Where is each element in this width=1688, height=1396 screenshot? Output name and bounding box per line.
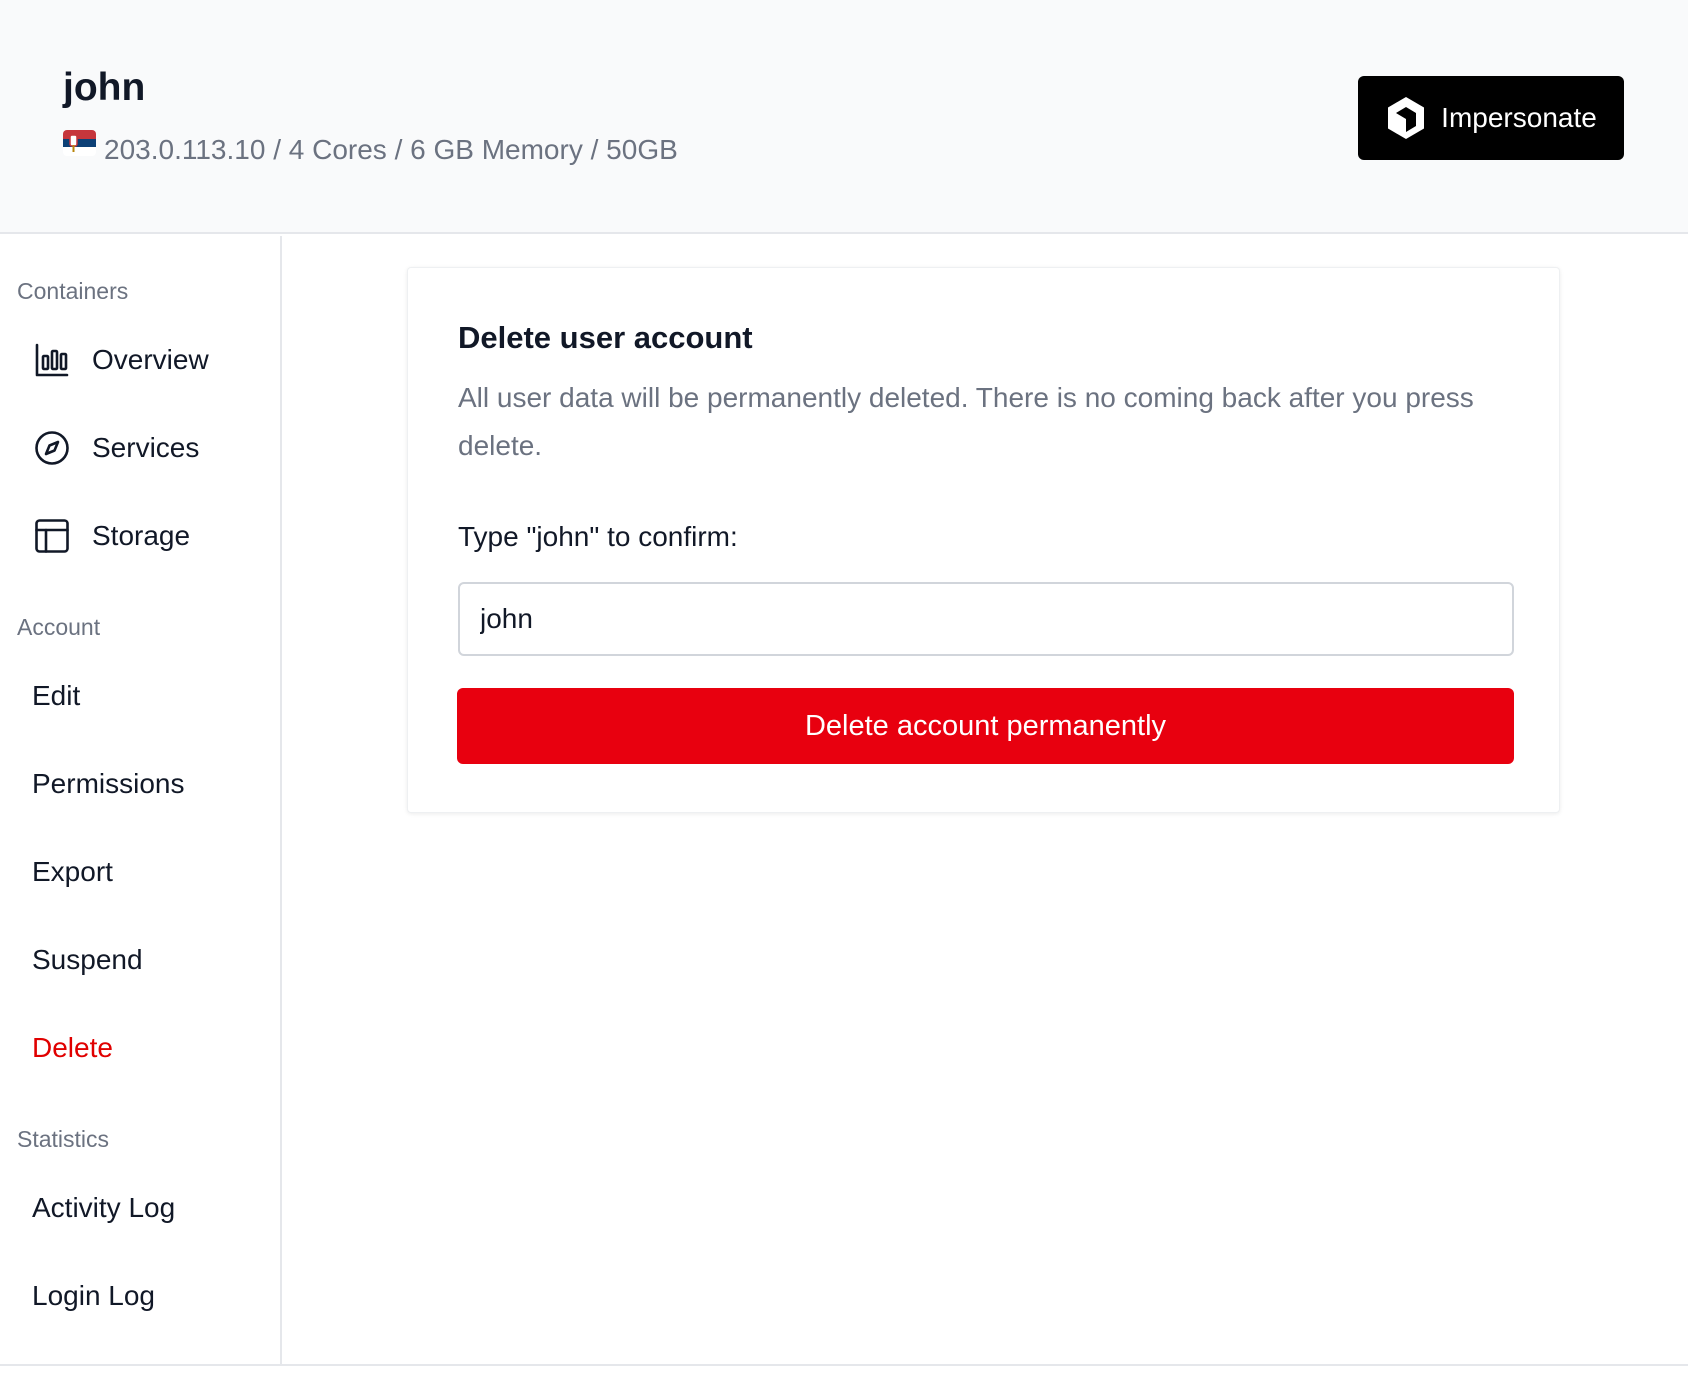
card-description: All user data will be permanently delete… xyxy=(458,382,1474,461)
sidebar: Containers Overview Services Storage Acc… xyxy=(0,236,282,1366)
cube-icon xyxy=(1388,97,1425,139)
sidebar-item-login-log[interactable]: Login Log xyxy=(0,1265,280,1327)
divider xyxy=(0,1364,1688,1366)
sidebar-item-export[interactable]: Export xyxy=(0,841,280,903)
card-title: Delete user account xyxy=(458,320,753,355)
server-specs: 203.0.113.10 / 4 Cores / 6 GB Memory / 5… xyxy=(104,134,678,165)
sidebar-item-label: Delete xyxy=(32,1032,113,1063)
impersonate-button[interactable]: Impersonate xyxy=(1358,76,1624,160)
sidebar-section-statistics: Statistics xyxy=(17,1126,110,1152)
sidebar-item-storage[interactable]: Storage xyxy=(0,505,280,567)
compass-icon xyxy=(35,431,69,465)
page-title: john xyxy=(63,66,146,109)
sidebar-item-edit[interactable]: Edit xyxy=(0,665,280,727)
server-info: 203.0.113.10 / 4 Cores / 6 GB Memory / 5… xyxy=(63,130,678,170)
sidebar-item-label: Permissions xyxy=(32,768,185,799)
sidebar-item-label: Login Log xyxy=(32,1280,156,1311)
serbia-flag-icon xyxy=(63,130,96,156)
sidebar-item-label: Activity Log xyxy=(32,1192,176,1223)
sidebar-item-permissions[interactable]: Permissions xyxy=(0,753,280,815)
page-header: john 203.0.113.10 / 4 Cores / 6 GB Memor… xyxy=(0,0,1688,234)
sidebar-item-label: Export xyxy=(32,856,113,887)
bar-chart-icon xyxy=(35,343,69,377)
sidebar-item-label: Edit xyxy=(32,680,81,711)
sidebar-item-overview[interactable]: Overview xyxy=(0,329,280,391)
sidebar-item-suspend[interactable]: Suspend xyxy=(0,929,280,991)
confirm-input[interactable] xyxy=(458,582,1514,656)
confirm-label: Type "john" to confirm: xyxy=(458,521,738,552)
sidebar-section-account: Account xyxy=(17,614,101,640)
sidebar-item-services[interactable]: Services xyxy=(0,417,280,479)
sidebar-item-label: Overview xyxy=(92,344,209,375)
sidebar-item-delete[interactable]: Delete xyxy=(0,1017,280,1079)
sidebar-item-label: Services xyxy=(92,432,200,463)
delete-account-card: Delete user account All user data will b… xyxy=(407,267,1560,813)
impersonate-label: Impersonate xyxy=(1441,102,1597,133)
sidebar-section-containers: Containers xyxy=(17,278,129,304)
sidebar-item-activity-log[interactable]: Activity Log xyxy=(0,1177,280,1239)
delete-account-button[interactable]: Delete account permanently xyxy=(457,688,1514,764)
table-icon xyxy=(35,519,69,553)
sidebar-item-label: Storage xyxy=(92,520,191,551)
sidebar-item-label: Suspend xyxy=(32,944,143,975)
